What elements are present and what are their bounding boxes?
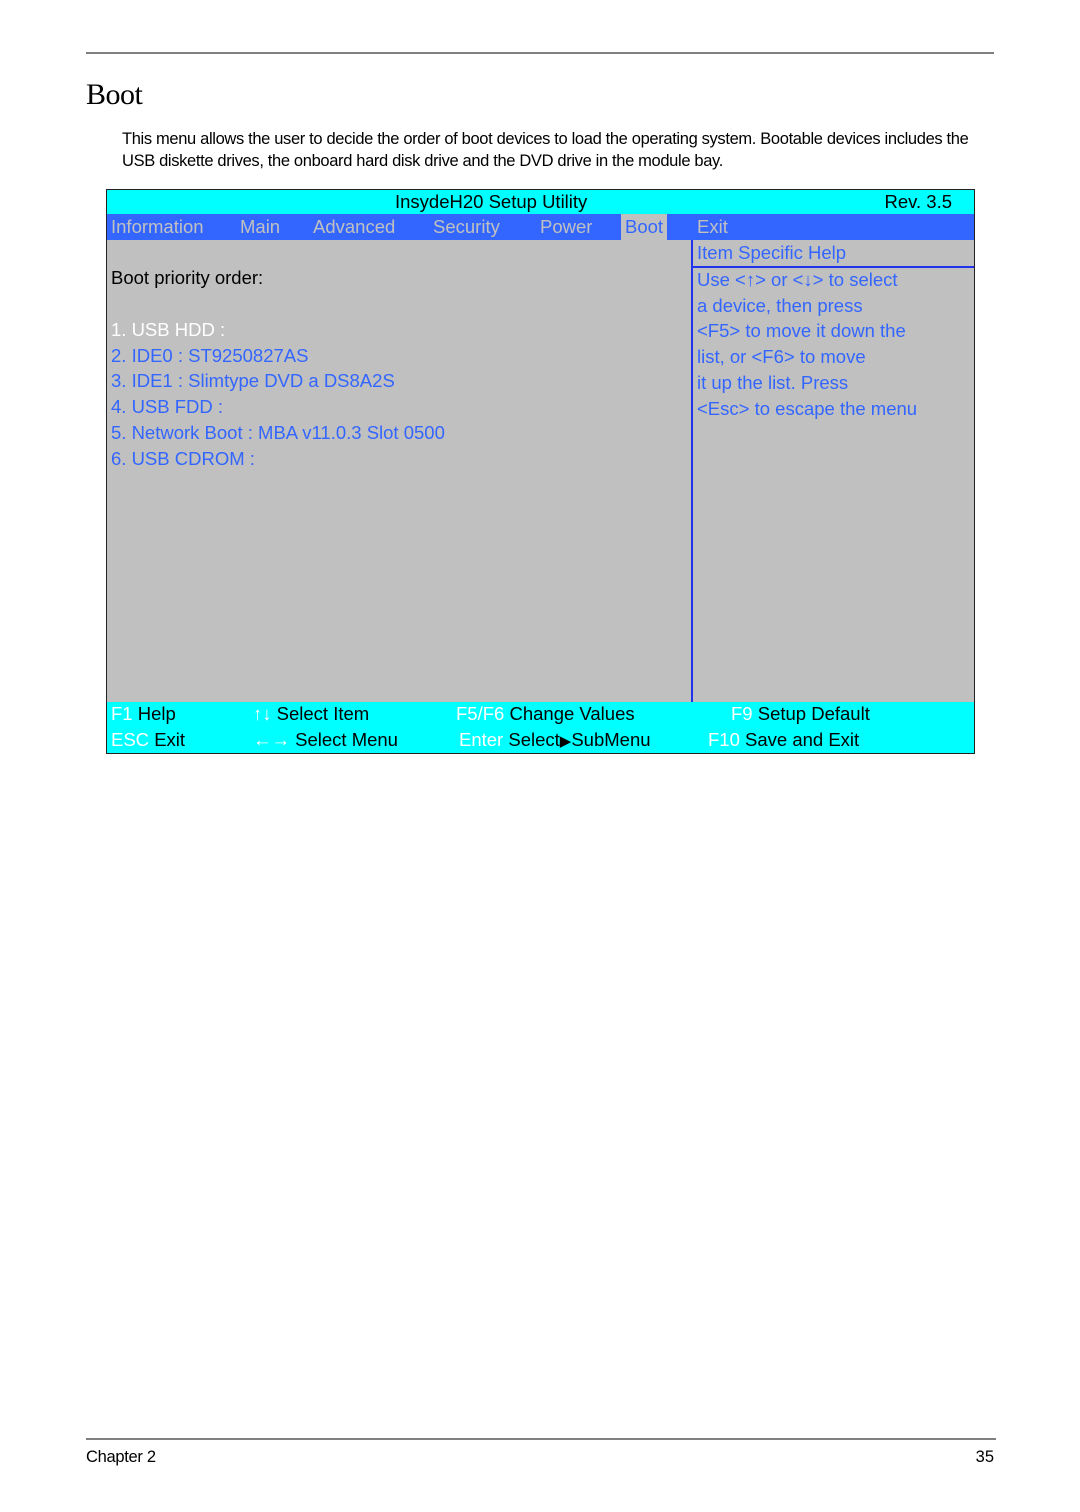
tab-boot[interactable]: Boot [621, 214, 668, 240]
help-line: Use <↑> or <↓> to select [697, 269, 898, 290]
bios-tab-bar: Information Main Advanced Security Power… [107, 214, 974, 240]
bios-key-legend: F1 Help ↑↓ Select Item F5/F6 Change Valu… [107, 702, 974, 753]
footer-rule [86, 1438, 996, 1440]
key-hint-select-submenu: Enter Select▶SubMenu [459, 729, 651, 751]
key-action: Setup Default [757, 703, 870, 724]
key-action: SubMenu [571, 729, 651, 750]
header-rule [86, 52, 994, 54]
boot-item-usb-cdrom[interactable]: 6. USB CDROM : [111, 446, 445, 472]
tab-advanced[interactable]: Advanced [313, 216, 395, 238]
key-hint-save-exit: F10 Save and Exit [708, 729, 859, 751]
key-f1: F1 [111, 703, 133, 724]
key-esc: ESC [111, 729, 150, 750]
key-action: Change Values [509, 703, 635, 724]
help-panel-divider [691, 240, 693, 702]
key-hint-select-item: ↑↓ Select Item [253, 703, 369, 725]
key-action: Select Menu [295, 729, 398, 750]
boot-priority-label: Boot priority order: [111, 267, 264, 288]
key-hint-setup-default: F9 Setup Default [731, 703, 870, 725]
key-action: Save and Exit [745, 729, 860, 750]
up-down-arrows-icon: ↑↓ [253, 703, 272, 724]
tab-exit[interactable]: Exit [697, 216, 728, 238]
key-hint-help: F1 Help [111, 703, 176, 725]
bios-setup-screenshot: InsydeH20 Setup Utility Rev. 3.5 Informa… [106, 189, 975, 754]
bios-title: InsydeH20 Setup Utility [395, 191, 588, 212]
key-action: Select Item [276, 703, 370, 724]
key-f10: F10 [708, 729, 740, 750]
boot-item-usb-hdd[interactable]: 1. USB HDD : [111, 317, 445, 343]
boot-item-ide0[interactable]: 2. IDE0 : ST9250827AS [111, 343, 445, 369]
key-f5-f6: F5/F6 [456, 703, 505, 724]
key-f9: F9 [731, 703, 753, 724]
key-hint-select-menu: ←→ Select Menu [253, 729, 398, 751]
tab-power[interactable]: Power [540, 216, 592, 238]
help-line: <Esc> to escape the menu [697, 397, 918, 419]
left-right-arrows-icon: ←→ [253, 729, 290, 750]
boot-item-usb-fdd[interactable]: 4. USB FDD : [111, 394, 445, 420]
page-title: Boot [86, 78, 143, 111]
key-action: Exit [154, 729, 186, 750]
key-enter: Enter [459, 729, 504, 750]
tab-main[interactable]: Main [240, 216, 280, 238]
bios-title-bar: InsydeH20 Setup Utility Rev. 3.5 [107, 190, 974, 214]
key-hint-exit: ESC Exit [111, 729, 185, 751]
bios-revision: Rev. 3.5 [884, 191, 952, 212]
help-line: it up the list. Press [697, 371, 849, 393]
tab-information[interactable]: Information [111, 216, 204, 238]
boot-item-network-boot[interactable]: 5. Network Boot : MBA v11.0.3 Slot 0500 [111, 420, 445, 446]
tab-security[interactable]: Security [433, 216, 500, 238]
help-text: Use <↑> or <↓> to select a device, then … [697, 267, 917, 421]
help-line: list, or <F6> to move [697, 346, 866, 368]
chapter-label: Chapter 2 [86, 1448, 156, 1466]
key-action: Select [508, 729, 560, 750]
key-action: Help [137, 703, 176, 724]
submenu-triangle-icon: ▶ [559, 733, 572, 750]
page-number: 35 [975, 1448, 994, 1466]
help-heading: Item Specific Help [697, 242, 847, 263]
help-line: a device, then press [697, 294, 863, 316]
key-hint-change-values: F5/F6 Change Values [456, 703, 635, 725]
intro-paragraph: This menu allows the user to decide the … [122, 130, 969, 170]
help-line: <F5> to move it down the [697, 320, 906, 342]
boot-item-ide1[interactable]: 3. IDE1 : Slimtype DVD a DS8A2S [111, 368, 445, 394]
boot-priority-list: 1. USB HDD : 2. IDE0 : ST9250827AS 3. ID… [111, 317, 445, 471]
